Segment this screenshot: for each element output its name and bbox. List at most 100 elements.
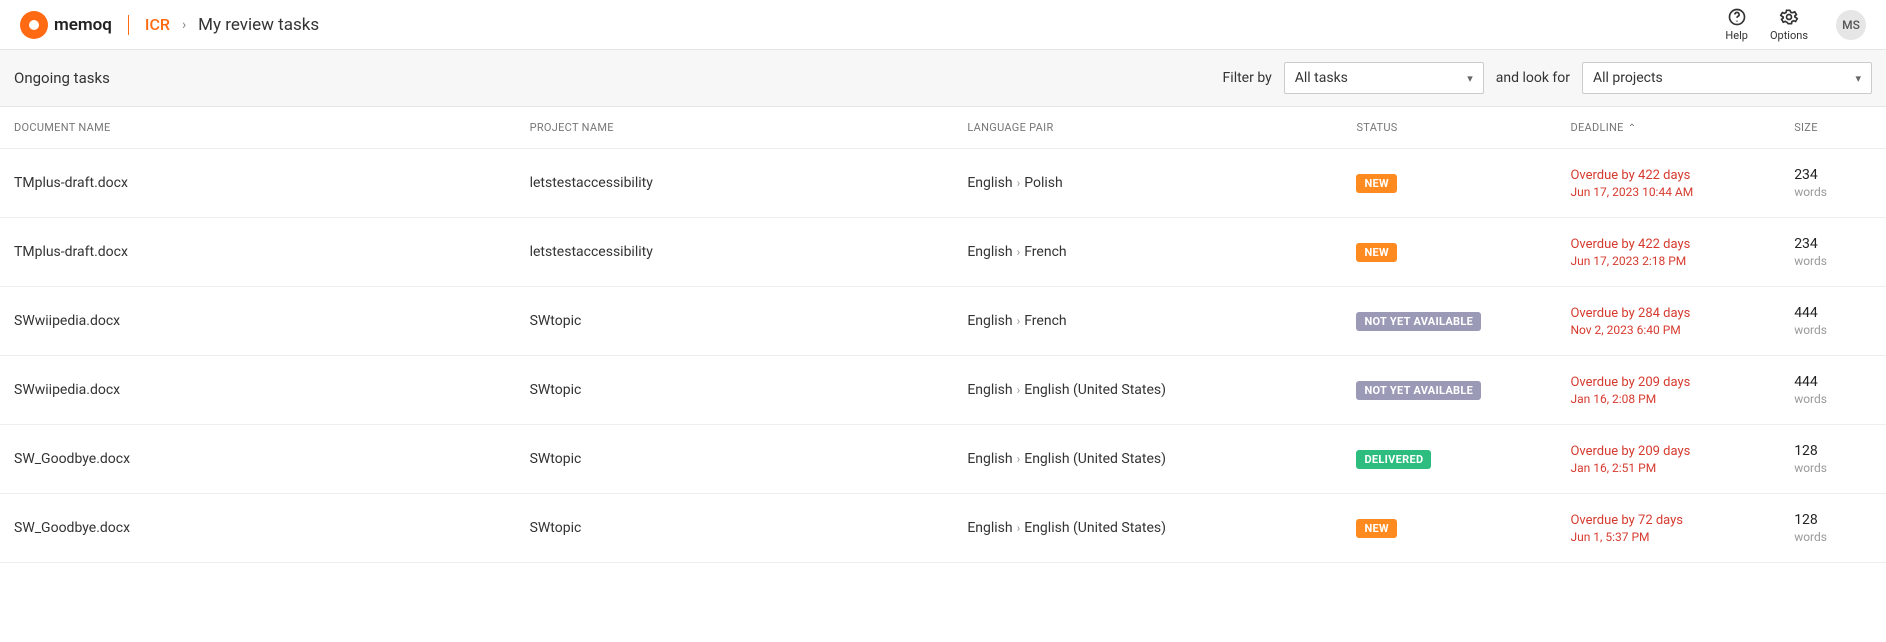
help-icon	[1727, 7, 1747, 27]
sort-asc-icon: ⌃	[1628, 123, 1637, 134]
cell-language-pair: English›English (United States)	[967, 382, 1356, 398]
deadline-overdue: Overdue by 422 days	[1570, 237, 1794, 252]
chevron-right-icon: ›	[182, 17, 186, 33]
deadline-date: Jun 1, 5:37 PM	[1570, 530, 1794, 544]
deadline-date: Jan 16, 2:08 PM	[1570, 392, 1794, 406]
filter-by-select[interactable]: All tasks ▾	[1284, 62, 1484, 94]
table-row[interactable]: SWwiipedia.docxSWtopicEnglish ›French NOT …	[0, 287, 1886, 356]
lang-target: Polish	[1024, 175, 1062, 191]
size-unit: words	[1794, 461, 1872, 475]
lang-source: English	[967, 451, 1012, 467]
lang-source: English	[967, 520, 1012, 536]
status-badge: NOT YET AVAILABLE	[1356, 312, 1481, 331]
size-number: 128	[1794, 512, 1872, 528]
look-for-label: and look for	[1496, 70, 1570, 86]
deadline-date: Jun 17, 2023 10:44 AM	[1570, 185, 1794, 199]
cell-status: NOT YET AVAILABLE	[1356, 312, 1570, 331]
status-badge: DELIVERED	[1356, 450, 1431, 469]
lang-source: English	[967, 175, 1012, 191]
cell-deadline: Overdue by 422 days Jun 17, 2023 10:44 AM	[1570, 168, 1794, 199]
cell-document-name: SW_Goodbye.docx	[14, 520, 530, 536]
size-number: 234	[1794, 236, 1872, 252]
table-row[interactable]: TMplus-draft.docxletstestaccessibilityEn…	[0, 218, 1886, 287]
lang-source: English	[967, 313, 1012, 329]
deadline-overdue: Overdue by 284 days	[1570, 306, 1794, 321]
table-row[interactable]: SWwiipedia.docxSWtopicEnglish›English (U…	[0, 356, 1886, 425]
section-title: Ongoing tasks	[14, 69, 110, 87]
deadline-date: Nov 2, 2023 6:40 PM	[1570, 323, 1794, 337]
chevron-right-icon: ›	[1017, 314, 1021, 328]
size-number: 444	[1794, 374, 1872, 390]
table-row[interactable]: SW_Goodbye.docxSWtopicEnglish ›English (U…	[0, 494, 1886, 563]
cell-project-name: letstestaccessibility	[530, 175, 968, 191]
status-badge: NEW	[1356, 174, 1396, 193]
options-label: Options	[1770, 29, 1808, 42]
deadline-overdue: Overdue by 209 days	[1570, 375, 1794, 390]
filter-by-label: Filter by	[1223, 70, 1272, 86]
table-body: TMplus-draft.docxletstestaccessibilityEn…	[0, 149, 1886, 563]
size-number: 234	[1794, 167, 1872, 183]
col-deadline[interactable]: DEADLINE⌃	[1570, 121, 1794, 134]
cell-language-pair: English›French	[967, 244, 1356, 260]
cell-document-name: TMplus-draft.docx	[14, 175, 530, 191]
deadline-overdue: Overdue by 422 days	[1570, 168, 1794, 183]
brand-divider	[128, 15, 129, 35]
cell-document-name: SWwiipedia.docx	[14, 313, 530, 329]
cell-project-name: SWtopic	[530, 451, 968, 467]
cell-size: 128 words	[1794, 512, 1872, 544]
lang-target: English (United States)	[1024, 451, 1166, 467]
look-for-value: All projects	[1593, 70, 1663, 86]
lang-target: French	[1024, 313, 1066, 329]
chevron-right-icon: ›	[1017, 521, 1021, 535]
cell-deadline: Overdue by 72 days Jun 1, 5:37 PM	[1570, 513, 1794, 544]
cell-project-name: SWtopic	[530, 313, 968, 329]
cell-size: 128 words	[1794, 443, 1872, 475]
cell-deadline: Overdue by 209 daysJan 16, 2:51 PM	[1570, 444, 1794, 475]
lang-source: English	[967, 244, 1012, 260]
chevron-down-icon: ▾	[1467, 72, 1473, 85]
cell-project-name: SWtopic	[530, 520, 968, 536]
col-language-pair[interactable]: LANGUAGE PAIR	[967, 121, 1356, 134]
cell-project-name: letstestaccessibility	[530, 244, 968, 260]
col-size[interactable]: SIZE	[1794, 121, 1872, 134]
cell-size: 234words	[1794, 236, 1872, 268]
size-number: 128	[1794, 443, 1872, 459]
size-number: 444	[1794, 305, 1872, 321]
brand[interactable]: memoq ICR	[20, 11, 170, 39]
size-unit: words	[1794, 323, 1872, 337]
deadline-overdue: Overdue by 72 days	[1570, 513, 1794, 528]
status-badge: NOT YET AVAILABLE	[1356, 381, 1481, 400]
help-button[interactable]: Help	[1725, 7, 1748, 42]
memoq-logo-icon	[20, 11, 48, 39]
cell-size: 234 words	[1794, 167, 1872, 199]
col-status[interactable]: STATUS	[1356, 121, 1570, 134]
cell-document-name: SWwiipedia.docx	[14, 382, 530, 398]
lang-target: English (United States)	[1024, 520, 1166, 536]
col-project-name[interactable]: PROJECT NAME	[530, 121, 968, 134]
brand-sub: ICR	[145, 15, 170, 34]
look-for-select[interactable]: All projects ▾	[1582, 62, 1872, 94]
size-unit: words	[1794, 392, 1872, 406]
size-unit: words	[1794, 530, 1872, 544]
cell-project-name: SWtopic	[530, 382, 968, 398]
options-button[interactable]: Options	[1770, 7, 1808, 42]
avatar[interactable]: MS	[1836, 10, 1866, 40]
lang-target: French	[1024, 244, 1066, 260]
page-title: My review tasks	[198, 15, 319, 35]
cell-status: NEW	[1356, 519, 1570, 538]
table-header: DOCUMENT NAME PROJECT NAME LANGUAGE PAIR…	[0, 107, 1886, 149]
chevron-right-icon: ›	[1017, 176, 1021, 190]
cell-size: 444 words	[1794, 374, 1872, 406]
col-document-name[interactable]: DOCUMENT NAME	[14, 121, 530, 134]
filter-by-value: All tasks	[1295, 70, 1348, 86]
size-unit: words	[1794, 185, 1872, 199]
cell-document-name: SW_Goodbye.docx	[14, 451, 530, 467]
lang-target: English (United States)	[1024, 382, 1166, 398]
table-row[interactable]: SW_Goodbye.docxSWtopicEnglish›English (U…	[0, 425, 1886, 494]
filter-bar: Ongoing tasks Filter by All tasks ▾ and …	[0, 50, 1886, 107]
app-header: memoq ICR › My review tasks Help Options…	[0, 0, 1886, 50]
cell-size: 444 words	[1794, 305, 1872, 337]
table-row[interactable]: TMplus-draft.docxletstestaccessibilityEn…	[0, 149, 1886, 218]
gear-icon	[1779, 7, 1799, 27]
cell-status: NEW	[1356, 243, 1570, 262]
